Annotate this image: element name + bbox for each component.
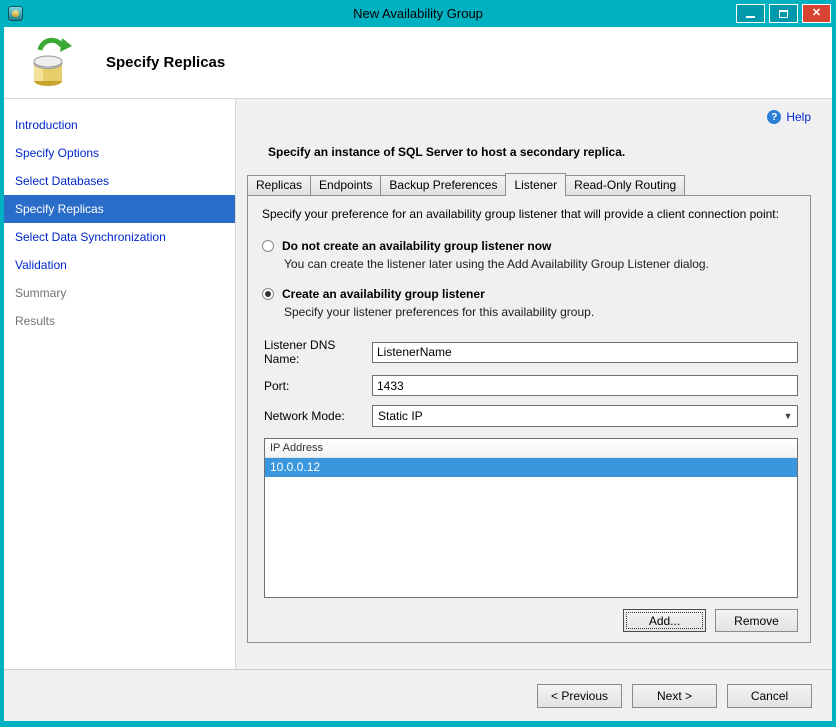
previous-button[interactable]: < Previous <box>537 683 622 708</box>
radio-row-no-listener: Do not create an availability group list… <box>262 239 798 253</box>
ip-address-column-header: IP Address <box>265 439 797 458</box>
no-listener-radio[interactable] <box>262 240 274 252</box>
wizard-header: Specify Replicas <box>4 27 832 99</box>
listener-intro-text: Specify your preference for an availabil… <box>262 207 779 221</box>
next-button[interactable]: Next > <box>632 683 717 708</box>
help-icon: ? <box>767 110 782 124</box>
network-mode-value: Static IP <box>378 409 423 423</box>
caption-buttons: ✕ <box>736 4 831 23</box>
page-title: Specify Replicas <box>106 54 226 71</box>
tab-read-only-routing[interactable]: Read-Only Routing <box>565 175 686 195</box>
nav-item-summary: Summary <box>15 286 67 300</box>
titlebar: New Availability Group ✕ <box>0 0 836 27</box>
ip-list-buttons: Add... Remove <box>260 609 798 632</box>
main-panel: ? Help Specify an instance of SQL Server… <box>236 99 832 669</box>
tab-endpoints[interactable]: Endpoints <box>310 175 382 195</box>
nav-item-specify-replicas[interactable]: Specify Replicas <box>4 195 235 223</box>
network-mode-label: Network Mode: <box>264 409 345 423</box>
dns-name-row: Listener DNS Name: <box>264 338 798 366</box>
cancel-button[interactable]: Cancel <box>727 683 812 708</box>
no-listener-radio-label[interactable]: Do not create an availability group list… <box>282 239 551 253</box>
nav-item-results: Results <box>15 314 56 328</box>
no-listener-description: You can create the listener later using … <box>284 257 709 271</box>
help-row: ? Help <box>247 107 811 127</box>
close-button[interactable]: ✕ <box>802 4 831 23</box>
tab-strip: Replicas Endpoints Backup Preferences Li… <box>247 172 811 196</box>
minimize-button[interactable] <box>736 4 765 23</box>
ip-address-list: IP Address 10.0.0.12 <box>264 438 798 598</box>
listener-tab-panel: Specify your preference for an availabil… <box>247 195 811 643</box>
new-availability-group-window: New Availability Group ✕ Specify Replica… <box>0 0 836 727</box>
content: Introduction Specify Options Select Data… <box>4 99 832 669</box>
tab-listener[interactable]: Listener <box>505 173 567 196</box>
minimize-icon <box>746 15 755 18</box>
nav-item-introduction[interactable]: Introduction <box>4 111 235 139</box>
wizard-footer: < Previous Next > Cancel <box>4 669 832 721</box>
nav-item-select-databases[interactable]: Select Databases <box>4 167 235 195</box>
create-listener-radio-label[interactable]: Create an availability group listener <box>282 287 485 301</box>
dns-name-input[interactable] <box>372 341 798 363</box>
maximize-icon <box>779 9 788 18</box>
remove-button[interactable]: Remove <box>715 609 798 632</box>
close-icon: ✕ <box>811 7 822 19</box>
network-mode-dropdown[interactable]: Static IP ▼ <box>372 405 798 427</box>
help-link[interactable]: Help <box>786 110 811 124</box>
create-listener-radio[interactable] <box>262 288 274 300</box>
nav-item-specify-options[interactable]: Specify Options <box>4 139 235 167</box>
instruction-text: Specify an instance of SQL Server to hos… <box>268 145 626 159</box>
radio-row-create-listener: Create an availability group listener <box>262 287 798 301</box>
tab-replicas[interactable]: Replicas <box>247 175 312 195</box>
port-input[interactable] <box>372 375 798 396</box>
chevron-down-icon: ▼ <box>783 411 793 421</box>
nav-item-validation[interactable]: Validation <box>4 251 235 279</box>
maximize-button[interactable] <box>769 4 798 23</box>
dns-name-label: Listener DNS Name: <box>264 338 336 366</box>
add-button[interactable]: Add... <box>623 609 706 632</box>
nav-item-select-data-synchronization[interactable]: Select Data Synchronization <box>4 223 235 251</box>
create-listener-description: Specify your listener preferences for th… <box>284 305 595 319</box>
wizard-nav-sidebar: Introduction Specify Options Select Data… <box>4 99 236 669</box>
availability-group-icon <box>26 37 78 89</box>
port-label: Port: <box>264 378 290 393</box>
window-title: New Availability Group <box>353 6 483 21</box>
network-mode-row: Network Mode: Static IP ▼ <box>264 405 798 427</box>
window-frame: Specify Replicas Introduction Specify Op… <box>4 27 832 721</box>
ip-address-row[interactable]: 10.0.0.12 <box>265 458 797 477</box>
tab-backup-preferences[interactable]: Backup Preferences <box>380 175 507 195</box>
port-row: Port: <box>264 375 798 396</box>
